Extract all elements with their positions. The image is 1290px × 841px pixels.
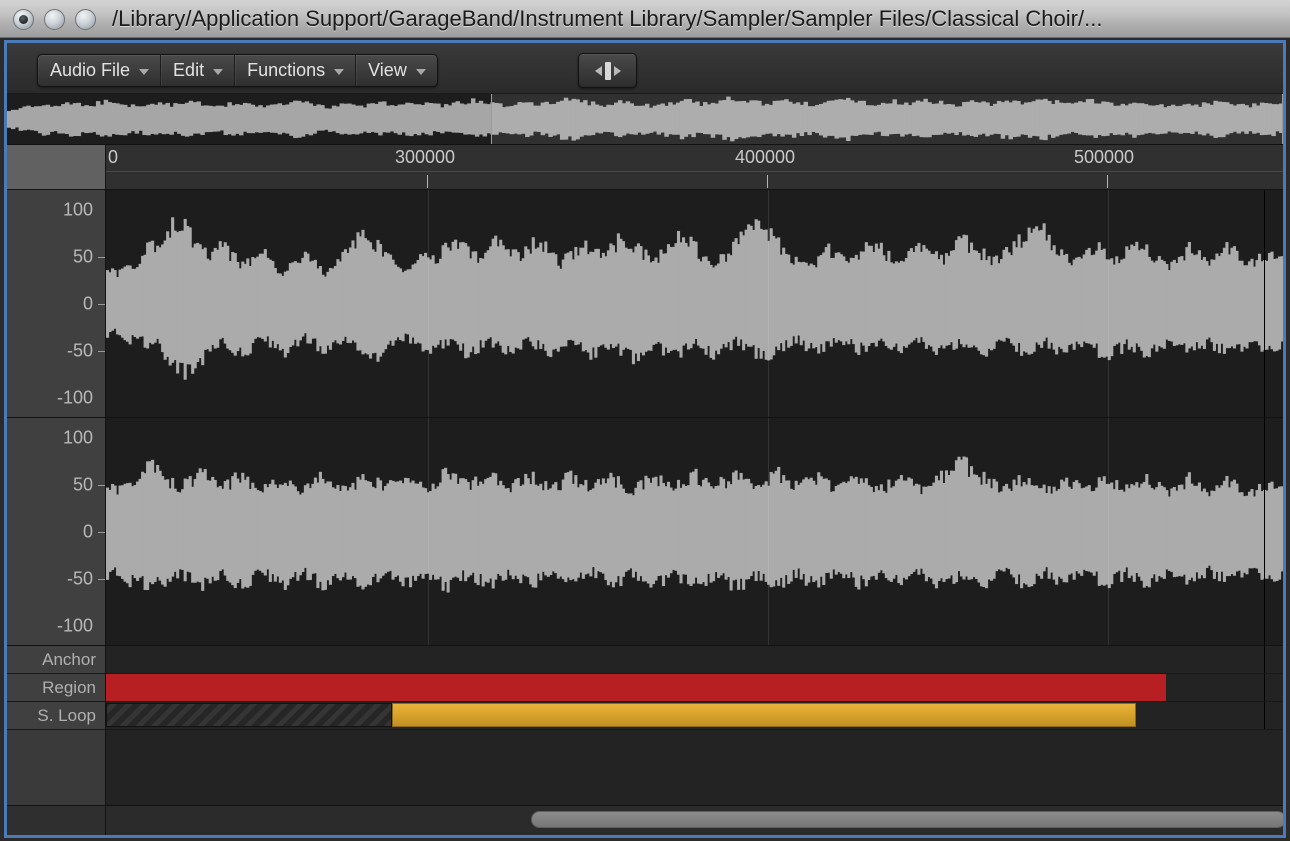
ruler-tick	[1107, 175, 1108, 188]
ruler-label-300000: 300000	[395, 147, 455, 168]
lane-region: Region	[7, 674, 1283, 702]
empty-lane-body	[106, 730, 1283, 806]
ruler-divider	[106, 171, 1283, 172]
menu-edit[interactable]: Edit	[161, 55, 235, 86]
lane-anchor-body[interactable]	[106, 646, 1283, 674]
waveform-channel-1: 100 50 0 -50 -100	[7, 190, 1283, 418]
amplitude-axis-channel-2: 100 50 0 -50 -100	[7, 418, 106, 646]
axis-dash	[98, 532, 105, 533]
waveform-graphic-channel-1	[106, 190, 1283, 417]
menu-functions-label: Functions	[247, 60, 325, 81]
overview-waveform-strip[interactable]	[7, 94, 1283, 145]
title-bar: /Library/Application Support/GarageBand/…	[0, 0, 1290, 38]
gridline	[428, 190, 429, 417]
menu-view[interactable]: View	[356, 55, 437, 86]
horizontal-scrollbar-track[interactable]	[106, 806, 1283, 835]
ruler-label-500000: 500000	[1074, 147, 1134, 168]
chevron-down-icon	[213, 69, 223, 75]
axis-tick-100: 100	[63, 200, 93, 221]
window-content-frame: Audio File Edit Functions View	[4, 40, 1286, 838]
empty-lane-header	[7, 730, 106, 806]
ruler-row: 0 300000 400000 500000	[7, 145, 1283, 190]
lane-sustain-loop-body[interactable]	[106, 702, 1283, 730]
axis-dash	[98, 579, 105, 580]
waveform-channel-2: 100 50 0 -50 -100	[7, 418, 1283, 646]
axis-dash	[98, 304, 105, 305]
waveform-end-line	[1264, 190, 1265, 417]
menu-audio-file[interactable]: Audio File	[38, 55, 161, 86]
axis-tick-100: 100	[63, 428, 93, 449]
editor-body: Audio File Edit Functions View	[7, 43, 1283, 835]
ruler-label-0: 0	[108, 147, 118, 168]
lane-anchor-label: Anchor	[7, 646, 106, 674]
gridline	[768, 190, 769, 417]
sustain-loop-bar[interactable]	[392, 703, 1136, 727]
axis-tick-0: 0	[83, 522, 93, 543]
lane-anchor: Anchor	[7, 646, 1283, 674]
lane-end-line	[1264, 674, 1265, 701]
menu-edit-label: Edit	[173, 60, 204, 81]
axis-dash	[98, 351, 105, 352]
axis-tick-m100: -100	[57, 388, 93, 409]
sample-position-ruler[interactable]: 0 300000 400000 500000	[106, 145, 1283, 190]
amplitude-axis-channel-1: 100 50 0 -50 -100	[7, 190, 106, 418]
lane-sustain-loop: S. Loop	[7, 702, 1283, 730]
gridline	[1108, 190, 1109, 417]
menu-functions[interactable]: Functions	[235, 55, 356, 86]
close-button[interactable]	[13, 9, 34, 30]
ruler-tick	[427, 175, 428, 188]
lane-region-body[interactable]	[106, 674, 1283, 702]
editor-toolbar: Audio File Edit Functions View	[7, 43, 1283, 94]
axis-tick-50: 50	[73, 247, 93, 268]
menu-audio-file-label: Audio File	[50, 60, 130, 81]
lane-region-label: Region	[7, 674, 106, 702]
lane-sustain-loop-label: S. Loop	[7, 702, 106, 730]
lane-end-line	[1264, 702, 1265, 729]
waveform-graphic-channel-2	[106, 418, 1283, 645]
axis-tick-m50: -50	[67, 569, 93, 590]
waveform-end-line	[1264, 418, 1265, 645]
audio-file-editor-window: /Library/Application Support/GarageBand/…	[0, 0, 1290, 841]
axis-tick-50: 50	[73, 475, 93, 496]
fit-selection-button[interactable]	[578, 53, 637, 88]
ruler-label-400000: 400000	[735, 147, 795, 168]
region-bar[interactable]	[106, 674, 1166, 701]
axis-tick-m100: -100	[57, 616, 93, 637]
gridline	[428, 418, 429, 645]
axis-tick-0: 0	[83, 294, 93, 315]
axis-tick-m50: -50	[67, 341, 93, 362]
axis-dash	[98, 257, 105, 258]
window-title: /Library/Application Support/GarageBand/…	[112, 3, 1282, 35]
overview-waveform-graphic	[7, 94, 1283, 144]
sustain-loop-hatched-area	[106, 703, 392, 727]
fit-selection-icon	[591, 61, 625, 81]
lane-end-line	[1264, 646, 1265, 673]
waveform-canvas-channel-2[interactable]	[106, 418, 1283, 646]
horizontal-scrollbar-thumb[interactable]	[531, 811, 1283, 828]
chevron-down-icon	[334, 69, 344, 75]
ruler-tick	[767, 175, 768, 188]
scrollbar-corner	[7, 806, 106, 835]
chevron-down-icon	[139, 69, 149, 75]
gridline	[1108, 418, 1109, 645]
axis-dash	[98, 485, 105, 486]
minimize-button[interactable]	[44, 9, 65, 30]
gridline	[768, 418, 769, 645]
chevron-down-icon	[416, 69, 426, 75]
close-icon	[19, 15, 28, 24]
menu-view-label: View	[368, 60, 407, 81]
horizontal-scrollbar-row	[7, 806, 1283, 835]
empty-lanes-area	[7, 730, 1283, 806]
waveform-canvas-channel-1[interactable]	[106, 190, 1283, 418]
ruler-corner	[7, 145, 106, 190]
menu-bar: Audio File Edit Functions View	[37, 54, 438, 87]
zoom-button[interactable]	[75, 9, 96, 30]
